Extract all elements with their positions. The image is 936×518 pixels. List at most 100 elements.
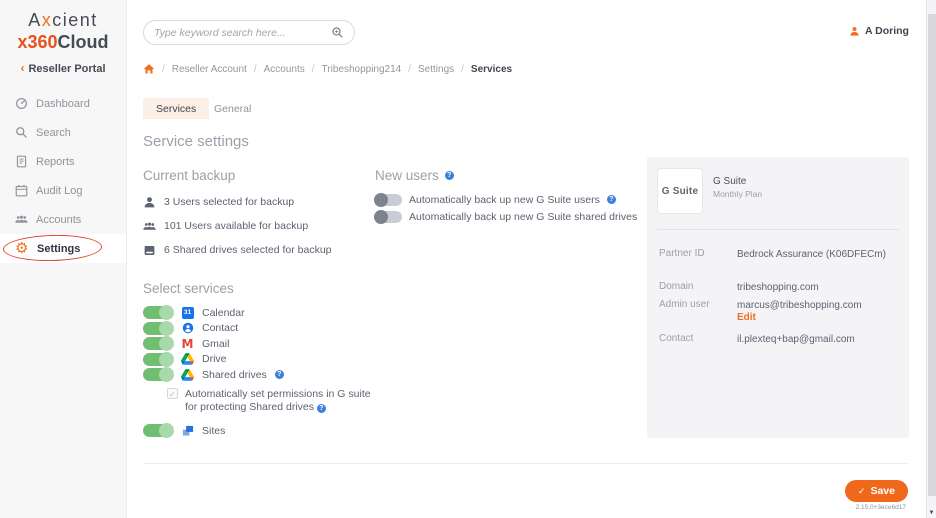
toggle-knob [374, 193, 388, 207]
breadcrumb-accounts[interactable]: Accounts [264, 64, 305, 75]
app-version: 2.15.0+3ece6d17 [856, 504, 906, 511]
checkbox-label-line2-row: for protecting Shared drives ? [185, 401, 371, 414]
google-drive-icon [181, 368, 194, 381]
sidebar-item-reports[interactable]: Reports [0, 147, 126, 176]
google-calendar-icon: 31 [181, 306, 194, 319]
reports-icon [15, 155, 28, 168]
toggle-row-backup-new-users: Automatically back up new G Suite users … [375, 191, 637, 208]
user-menu[interactable]: A Doring [849, 25, 909, 37]
toggle-row-backup-new-shared-drives: Automatically back up new G Suite shared… [375, 208, 637, 225]
select-services-title: Select services [143, 281, 234, 296]
permissions-checkbox[interactable]: ✓ [167, 388, 178, 399]
google-contacts-icon [181, 322, 194, 335]
select-services-list: 31 Calendar Contact M Gmail Drive Shared… [143, 305, 284, 383]
brand-logo: Axcient x360Cloud [0, 0, 126, 52]
info-icon[interactable]: ? [275, 370, 284, 379]
toggle-backup-new-users[interactable] [375, 194, 402, 206]
service-row-calendar: 31 Calendar [143, 305, 284, 320]
toggle-knob [159, 321, 174, 336]
service-row-contact: Contact [143, 321, 284, 336]
gsuite-plan-panel: G Suite G Suite Monthly Plan Partner ID … [647, 157, 909, 438]
toggle-shared-drives[interactable] [143, 368, 173, 381]
brand-x360: x360 [17, 32, 57, 52]
sidebar-item-audit-log[interactable]: Audit Log [0, 176, 126, 205]
scrollbar-thumb[interactable] [928, 14, 936, 496]
toggle-gmail[interactable] [143, 337, 173, 350]
sidebar-item-label: Audit Log [36, 185, 82, 197]
service-row-sites: Sites [143, 423, 225, 438]
tab-general[interactable]: General [201, 98, 264, 119]
toggle-knob [374, 210, 388, 224]
service-label: Gmail [202, 338, 229, 350]
backup-stat-shared-drives: 6 Shared drives selected for backup [143, 238, 332, 262]
toggle-contact[interactable] [143, 322, 173, 335]
field-label: Domain [659, 281, 693, 292]
toggle-backup-new-shared-drives[interactable] [375, 211, 402, 223]
checkbox-label-line1: Automatically set permissions in G suite [185, 388, 371, 401]
breadcrumb-separator: / [254, 64, 257, 75]
field-value: marcus@tribeshopping.com [737, 299, 899, 312]
sidebar: Axcient x360Cloud ‹Reseller Portal Dashb… [0, 0, 127, 518]
reseller-portal-link[interactable]: ‹Reseller Portal [0, 61, 126, 75]
toggle-drive[interactable] [143, 353, 173, 366]
settings-gear-icon: ⚙ [15, 242, 29, 255]
audit-log-icon [15, 184, 28, 197]
toggle-knob [159, 336, 174, 351]
tab-services-label: Services [156, 103, 196, 115]
breadcrumb-separator: / [162, 64, 165, 75]
field-label: Admin user [659, 299, 710, 310]
shared-drive-icon [143, 244, 156, 257]
new-users-title: New users [375, 168, 439, 183]
current-backup-list: 3 Users selected for backup 101 Users av… [143, 190, 332, 262]
toggle-sites[interactable] [143, 424, 173, 437]
brand-axcient-post: cient [52, 10, 98, 30]
stat-text: 6 Shared drives selected for backup [164, 244, 332, 256]
home-icon[interactable] [143, 63, 155, 75]
plan-name: G Suite [713, 176, 746, 187]
user-icon [143, 196, 156, 209]
service-label: Drive [202, 353, 227, 365]
breadcrumb-reseller-account[interactable]: Reseller Account [172, 64, 247, 75]
google-sites-icon [181, 424, 194, 437]
breadcrumb: / Reseller Account / Accounts / Tribesho… [143, 62, 512, 76]
field-label: Contact [659, 333, 693, 344]
field-value: tribeshopping.com [737, 281, 899, 294]
toggle-calendar[interactable] [143, 306, 173, 319]
page-title: Service settings [143, 133, 249, 150]
permissions-checkbox-label: Automatically set permissions in G suite… [185, 388, 371, 413]
tab-general-label: General [214, 103, 251, 115]
sidebar-item-label: Accounts [36, 214, 81, 226]
info-icon[interactable]: ? [317, 404, 326, 413]
search-input[interactable] [154, 27, 331, 39]
accounts-icon [15, 213, 28, 226]
stat-text: 101 Users available for backup [164, 220, 308, 232]
save-button[interactable]: ✓ Save [845, 480, 908, 502]
service-row-drive: Drive [143, 352, 284, 367]
scrollbar-down-arrow-icon[interactable]: ▼ [927, 510, 936, 516]
gmail-icon: M [181, 337, 194, 350]
service-row-shared-drives: Shared drives ? [143, 367, 284, 382]
info-icon[interactable]: ? [607, 195, 616, 204]
search-submit-icon[interactable] [331, 26, 344, 39]
info-icon[interactable]: ? [445, 171, 454, 180]
app-window: Axcient x360Cloud ‹Reseller Portal Dashb… [0, 0, 936, 518]
edit-admin-user-link[interactable]: Edit [737, 312, 756, 323]
current-backup-title: Current backup [143, 168, 235, 183]
google-drive-icon [181, 353, 194, 366]
sidebar-item-dashboard[interactable]: Dashboard [0, 89, 126, 118]
gmail-m-letter: M [182, 338, 194, 350]
user-avatar-icon [849, 26, 860, 37]
sidebar-item-search[interactable]: Search [0, 118, 126, 147]
user-name: A Doring [865, 25, 909, 37]
breadcrumb-separator: / [312, 64, 315, 75]
gsuite-logo-badge: G Suite [657, 168, 703, 214]
breadcrumb-settings[interactable]: Settings [418, 64, 454, 75]
sidebar-item-accounts[interactable]: Accounts [0, 205, 126, 234]
keyword-search [143, 20, 355, 45]
field-value: il.plexteq+bap@gmail.com [737, 333, 899, 346]
breadcrumb-tribeshopping214[interactable]: Tribeshopping214 [322, 64, 402, 75]
tab-services[interactable]: Services [143, 98, 209, 119]
sidebar-item-settings[interactable]: ⚙ Settings [0, 234, 126, 263]
vertical-scrollbar[interactable]: ▼ [926, 0, 936, 518]
panel-divider [657, 229, 899, 230]
